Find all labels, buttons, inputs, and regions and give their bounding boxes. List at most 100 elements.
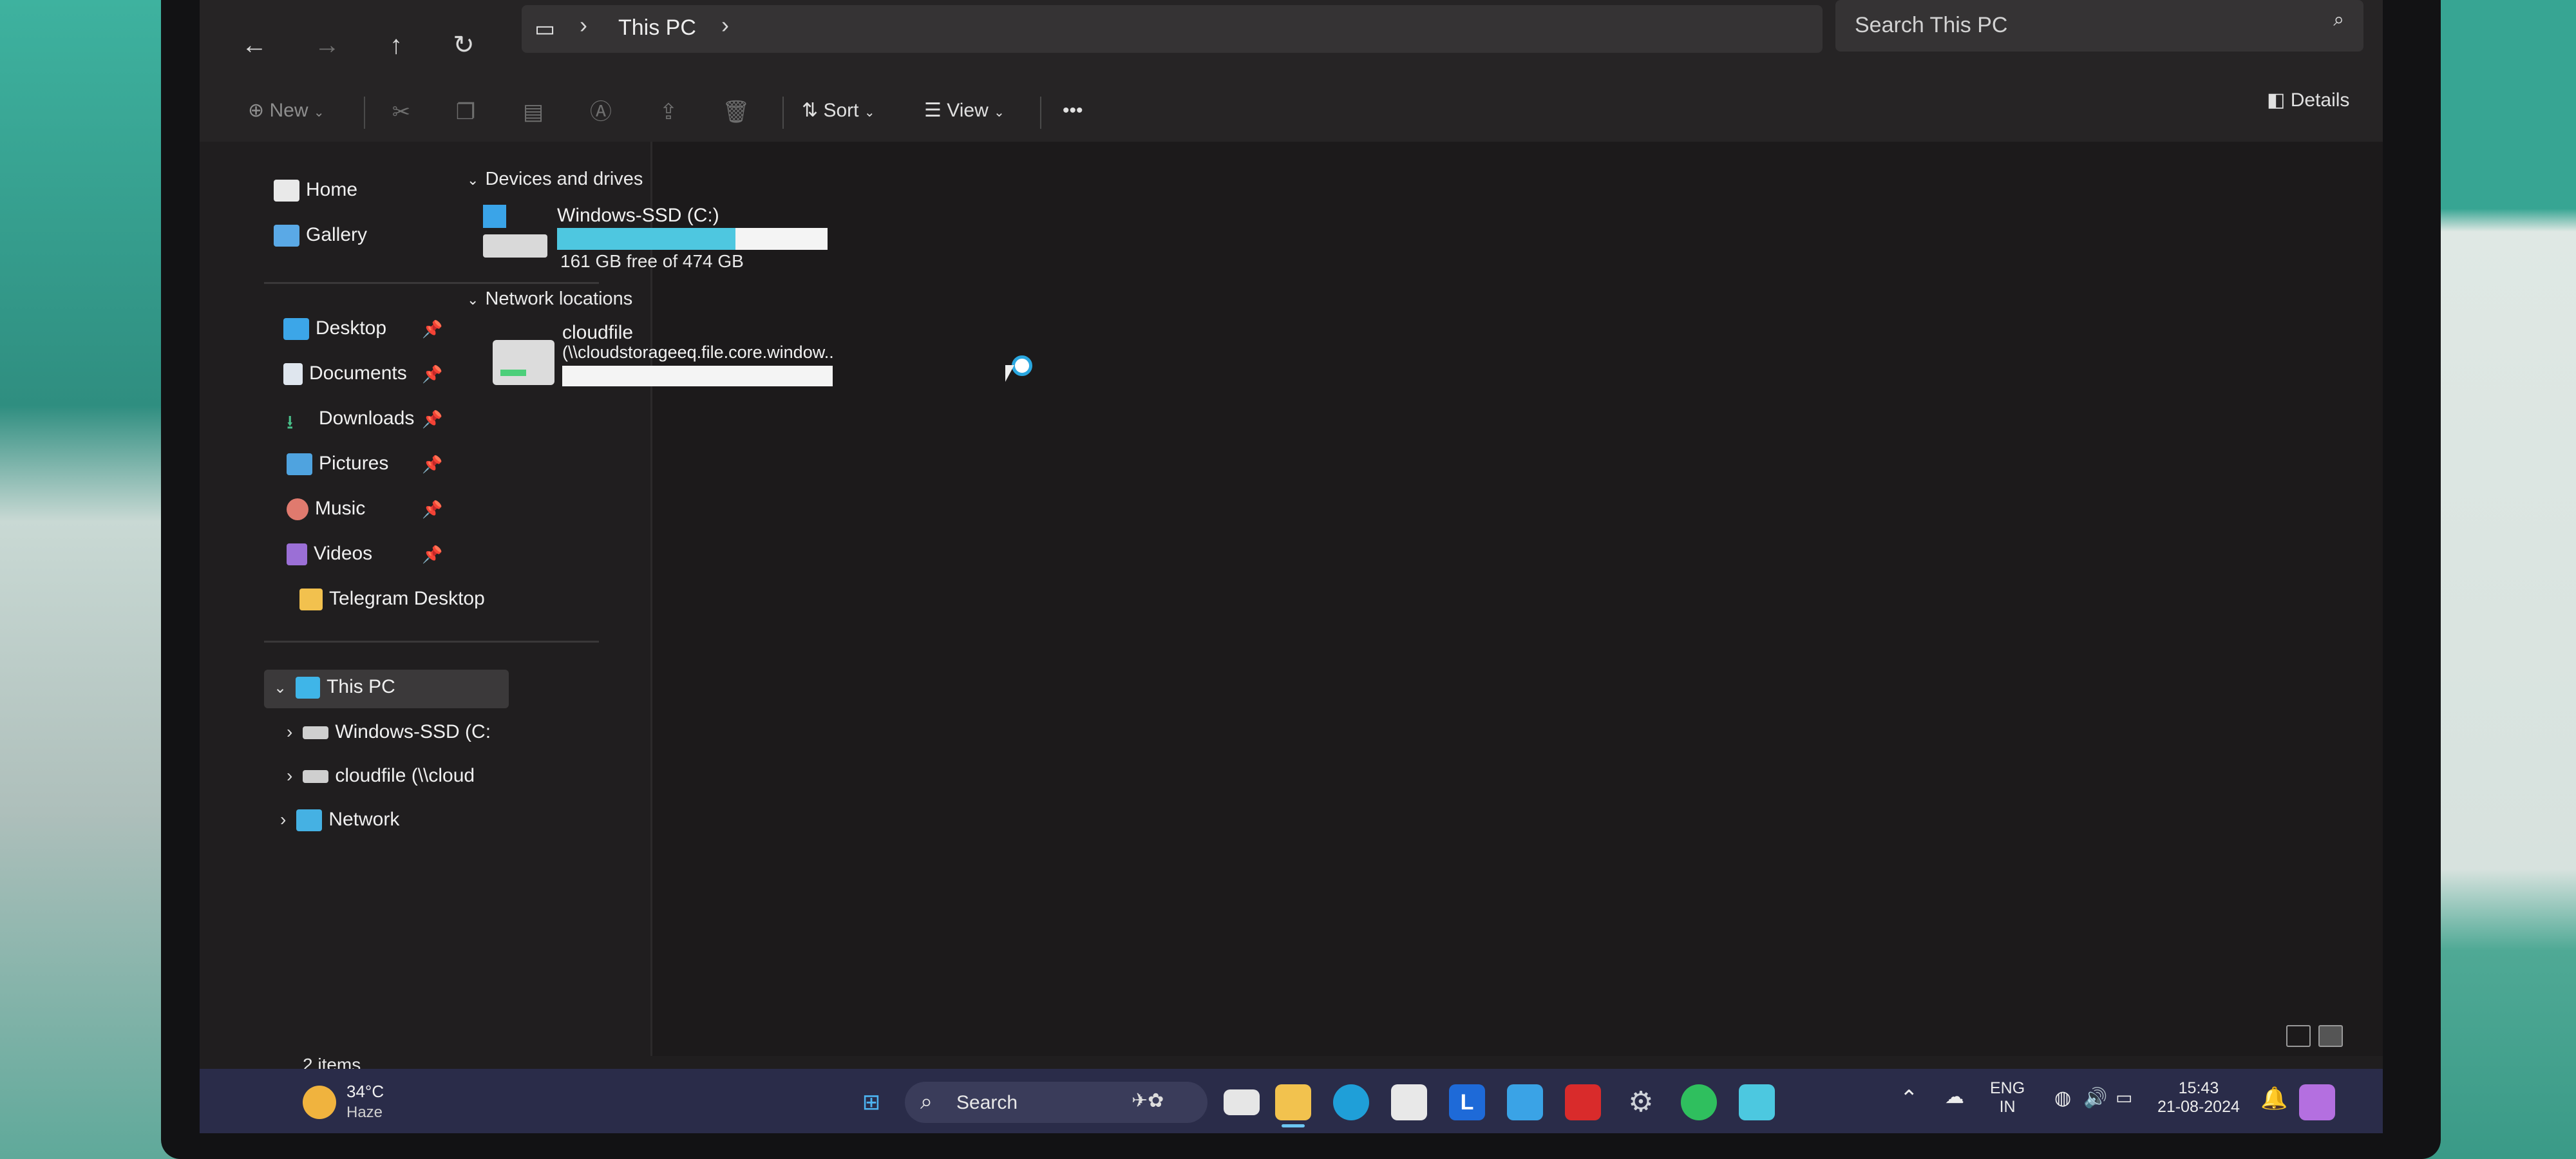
- nav-cloudfile[interactable]: › cloudfile (\\cloud: [287, 765, 647, 787]
- volume-icon[interactable]: 🔊: [2083, 1087, 2107, 1109]
- language-bottom: IN: [1999, 1098, 2016, 1116]
- nav-videos-label: Videos: [314, 543, 373, 564]
- nav-home[interactable]: Home: [274, 179, 357, 202]
- start-windows-icon[interactable]: ⊞: [853, 1084, 889, 1120]
- nav-music-label: Music: [315, 498, 366, 519]
- cloud-drive-path: (\\cloudstorageeq.file.core.window...: [562, 343, 833, 362]
- tiles-view-icon[interactable]: [2318, 1025, 2343, 1047]
- chevron-right-icon[interactable]: ›: [287, 722, 292, 742]
- chevron-right-icon[interactable]: ›: [287, 766, 292, 786]
- nav-pictures[interactable]: Pictures: [287, 453, 389, 476]
- clock[interactable]: 15:43 21-08-2024: [2157, 1079, 2240, 1117]
- cloud-drive-name: cloudfile: [562, 322, 634, 343]
- music-icon: [287, 498, 308, 521]
- pin-icon[interactable]: 📌: [422, 500, 442, 520]
- cut-icon[interactable]: ✂: [386, 99, 416, 125]
- pin-icon[interactable]: 📌: [422, 545, 442, 565]
- taskbar-search[interactable]: ⌕ Search ✈✿: [905, 1082, 1208, 1123]
- task-view-icon[interactable]: [1224, 1089, 1260, 1115]
- pin-icon[interactable]: 📌: [422, 455, 442, 475]
- sort-button[interactable]: ⇅ Sort ⌄: [802, 94, 875, 127]
- snipping-tool-icon[interactable]: [1739, 1084, 1775, 1120]
- weather-widget[interactable]: 34°C Haze: [303, 1082, 431, 1127]
- pin-icon[interactable]: 📌: [422, 410, 442, 429]
- network-item-cloudfile[interactable]: cloudfile (\\cloudstorageeq.file.core.wi…: [493, 322, 1046, 393]
- weather-desc: Haze: [346, 1104, 383, 1121]
- rename-icon[interactable]: Ⓐ: [586, 99, 616, 125]
- view-label: View: [947, 100, 989, 121]
- microsoft-store-icon[interactable]: [1391, 1084, 1427, 1120]
- address-bar[interactable]: ▭ › This PC ›: [522, 5, 1823, 53]
- desktop-icon: [283, 318, 309, 341]
- nav-this-pc[interactable]: ⌄ This PC: [274, 676, 395, 699]
- sort-label: Sort: [823, 100, 859, 121]
- divider: [1040, 97, 1041, 129]
- view-button[interactable]: ☰ View ⌄: [924, 94, 1005, 127]
- nav-gallery[interactable]: Gallery: [274, 224, 367, 247]
- nav-music[interactable]: Music: [287, 498, 366, 521]
- details-pane-icon: ◧: [2267, 90, 2286, 111]
- paste-icon[interactable]: ▤: [518, 99, 548, 125]
- address-row: ← → ↑ ↻ ▭ › This PC › Search This PC ⌕: [200, 0, 2383, 71]
- details-button[interactable]: ◧ Details: [2267, 84, 2349, 117]
- delete-icon[interactable]: 🗑: [721, 99, 751, 125]
- network-drive-icon: [493, 340, 554, 385]
- copy-icon[interactable]: ❐: [451, 99, 480, 125]
- nav-desktop[interactable]: Desktop: [283, 317, 386, 341]
- more-options-button[interactable]: •••: [1063, 94, 1083, 127]
- refresh-icon[interactable]: ↻: [444, 26, 483, 64]
- nav-pictures-label: Pictures: [319, 453, 389, 474]
- chevron-down-icon: ⌄: [864, 106, 875, 120]
- breadcrumb-this-pc[interactable]: This PC: [618, 15, 696, 41]
- devices-group-header[interactable]: ⌄ Devices and drives: [467, 169, 643, 190]
- weather-temp: 34°C: [346, 1082, 384, 1101]
- drive-item-windows-ssd[interactable]: Windows-SSD (C:) 161 GB free of 474 GB: [483, 205, 1037, 276]
- network-icon: [296, 809, 323, 832]
- language-top: ENG: [1990, 1079, 2025, 1097]
- nav-this-pc-label: This PC: [327, 676, 395, 697]
- nav-downloads[interactable]: ⭳ Downloads: [287, 408, 414, 433]
- details-view-icon[interactable]: [2286, 1025, 2311, 1047]
- whatsapp-icon[interactable]: [1681, 1084, 1717, 1120]
- nav-windows-ssd[interactable]: › Windows-SSD (C:: [287, 721, 647, 743]
- new-label: New: [269, 100, 308, 121]
- content-area: [652, 142, 2383, 1056]
- nav-videos[interactable]: Videos: [287, 543, 373, 566]
- back-arrow-icon[interactable]: ←: [235, 26, 274, 64]
- taskbar: 34°C Haze ⊞ ⌕ Search ✈✿ L ⚙ ⌃ ☁ ENG IN ◍…: [200, 1069, 2383, 1133]
- cloud-sync-icon[interactable]: ☁: [1945, 1086, 1964, 1108]
- nav-network[interactable]: › Network: [280, 809, 399, 832]
- copilot-icon[interactable]: [2299, 1084, 2335, 1120]
- lens-app-icon[interactable]: L: [1449, 1084, 1485, 1120]
- chevron-down-icon[interactable]: ⌄: [274, 679, 287, 697]
- network-group-header[interactable]: ⌄ Network locations: [467, 288, 632, 310]
- nav-documents[interactable]: Documents: [283, 363, 407, 386]
- search-box[interactable]: Search This PC ⌕: [1835, 0, 2363, 52]
- home-icon: [274, 180, 299, 202]
- command-bar: ⊕ New ⌄ ✂ ❐ ▤ Ⓐ ⇪ 🗑 ⇅ Sort ⌄ ☰ View ⌄ ••…: [200, 71, 2383, 143]
- windows-drive-icon: [483, 205, 547, 260]
- notification-bell-icon[interactable]: 🔔: [2260, 1086, 2287, 1111]
- settings-gear-icon[interactable]: ⚙: [1623, 1084, 1659, 1120]
- language-indicator[interactable]: ENG IN: [1990, 1079, 2025, 1117]
- pin-icon[interactable]: 📌: [422, 319, 442, 339]
- chevron-right-icon[interactable]: ›: [721, 12, 729, 39]
- up-arrow-icon[interactable]: ↑: [377, 26, 415, 64]
- file-explorer-icon[interactable]: [1275, 1084, 1311, 1120]
- share-icon[interactable]: ⇪: [654, 99, 683, 125]
- wifi-icon[interactable]: ◍: [2054, 1087, 2071, 1109]
- chevron-right-icon[interactable]: ›: [280, 809, 286, 829]
- forward-arrow-icon[interactable]: →: [308, 26, 346, 64]
- drive-usage-bar: [557, 228, 828, 250]
- battery-icon[interactable]: ▭: [2116, 1087, 2132, 1108]
- nav-telegram-desktop[interactable]: Telegram Desktop: [299, 588, 485, 611]
- chevron-up-icon[interactable]: ⌃: [1900, 1086, 1918, 1111]
- new-button[interactable]: ⊕ New ⌄: [248, 94, 325, 127]
- drive-usage-fill: [557, 228, 736, 250]
- mcafee-icon[interactable]: [1565, 1084, 1601, 1120]
- edge-browser-icon[interactable]: [1333, 1084, 1369, 1120]
- pin-icon[interactable]: 📌: [422, 364, 442, 384]
- search-input[interactable]: Search This PC: [1855, 13, 2007, 38]
- photo-editor-icon[interactable]: [1507, 1084, 1543, 1120]
- chevron-down-icon: ⌄: [467, 292, 479, 308]
